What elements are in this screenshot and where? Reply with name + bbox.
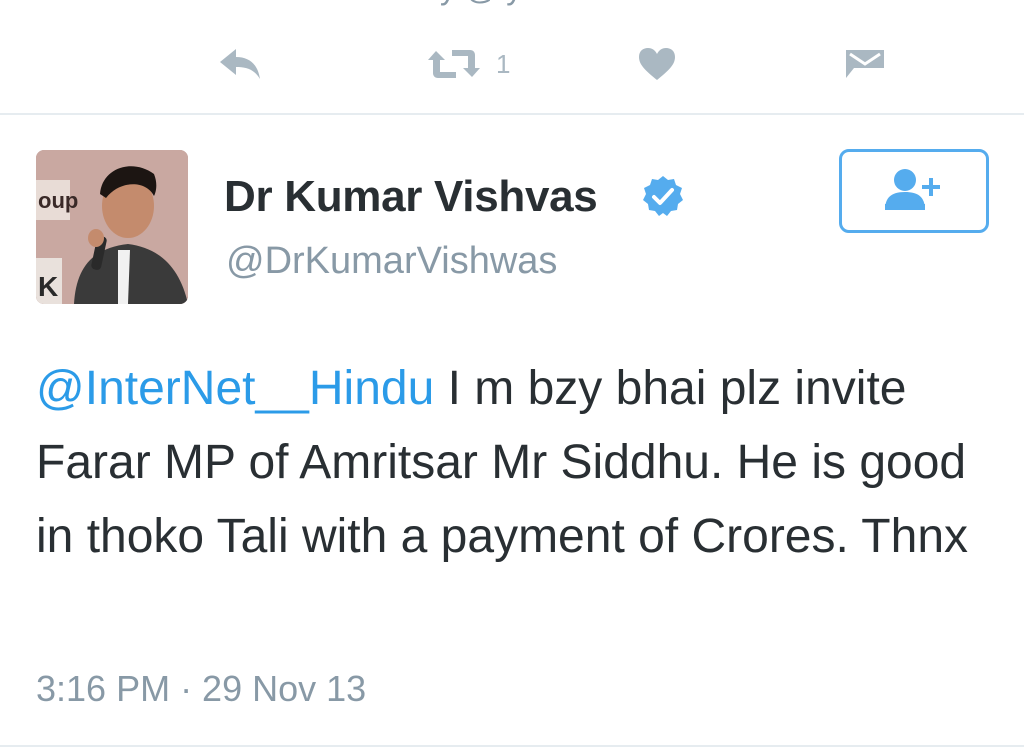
author-name[interactable]: Dr Kumar Vishvas: [224, 172, 598, 222]
envelope-icon: [844, 46, 886, 82]
previous-content-clipped: y @ y: [0, 0, 1024, 8]
reply-icon: [218, 47, 262, 81]
mention-link[interactable]: @InterNet__Hindu: [36, 362, 434, 415]
retweet-icon: [426, 47, 482, 81]
divider: [0, 113, 1024, 115]
verified-badge-icon: [640, 174, 686, 220]
tweet-text: @InterNet__Hindu I m bzy bhai plz invite…: [36, 352, 996, 574]
like-button[interactable]: [638, 44, 676, 84]
tweet-timestamp[interactable]: 3:16 PM · 29 Nov 13: [36, 668, 366, 710]
heart-icon: [638, 47, 676, 81]
retweet-count: 1: [496, 48, 511, 79]
retweet-button[interactable]: 1: [426, 44, 510, 84]
reply-button[interactable]: [218, 44, 262, 84]
divider: [0, 745, 1024, 747]
avatar[interactable]: oup K: [36, 150, 188, 304]
follow-button[interactable]: [839, 149, 989, 233]
clipped-text: y @ y: [440, 0, 522, 7]
svg-text:oup: oup: [38, 188, 78, 213]
svg-text:K: K: [38, 271, 58, 302]
add-user-icon: [881, 164, 947, 219]
tweet-action-bar: 1: [0, 36, 1024, 92]
author-handle[interactable]: @DrKumarVishwas: [226, 240, 557, 283]
tweet-detail-screen: y @ y 1: [0, 0, 1024, 751]
direct-message-button[interactable]: [844, 44, 886, 84]
